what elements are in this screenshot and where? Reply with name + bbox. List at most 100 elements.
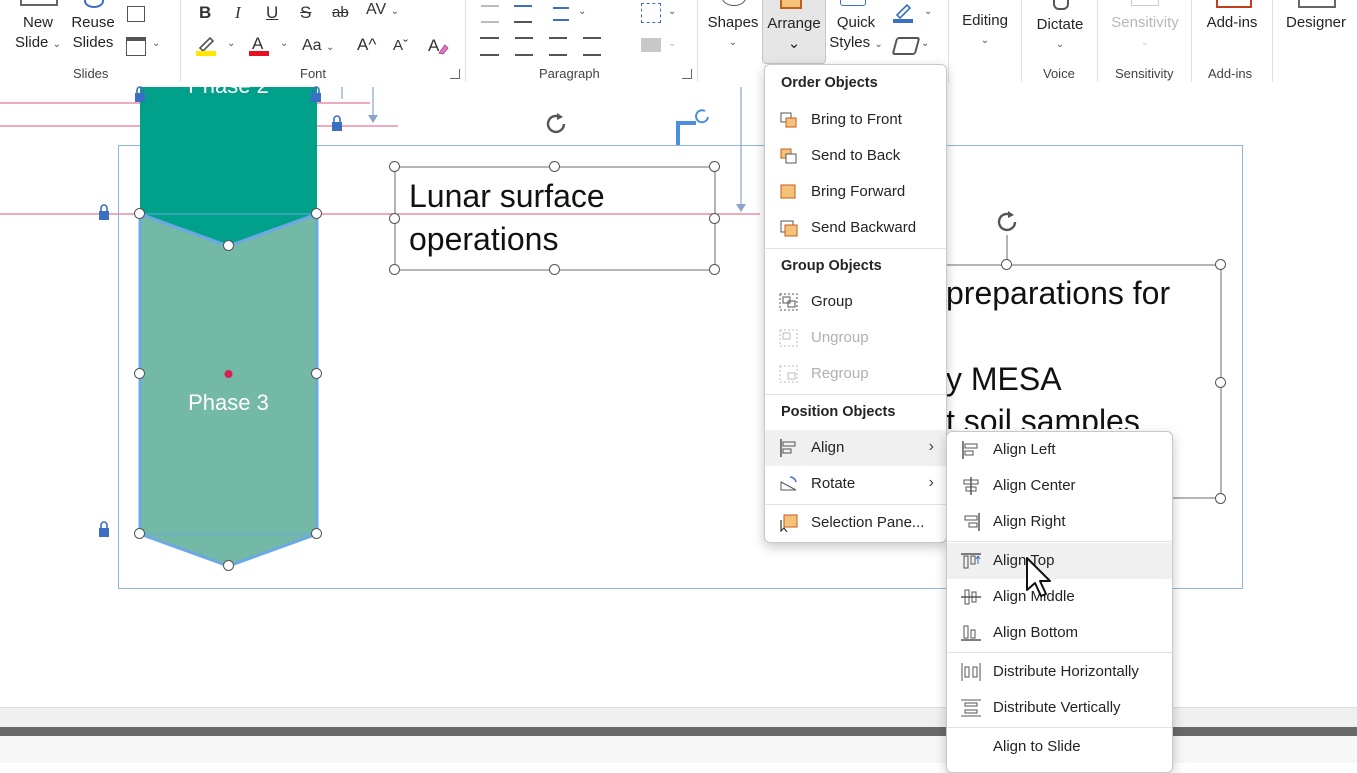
new-slide-button[interactable]: New Slide ⌄ (10, 13, 66, 55)
underline-button[interactable]: U (266, 3, 278, 23)
resize-handle[interactable] (223, 560, 234, 571)
svg-text:A: A (428, 36, 440, 55)
group-item[interactable]: Group (765, 284, 946, 320)
new-slide-icon[interactable] (20, 0, 58, 6)
font-dialog-launcher-icon[interactable] (450, 69, 460, 79)
bring-forward-label: Bring Forward (811, 183, 906, 200)
phase2-label[interactable]: Phase 2 (140, 73, 317, 99)
bullets-icon[interactable] (553, 7, 569, 21)
decrease-font-button[interactable]: Aˇ (393, 36, 408, 56)
align-item[interactable]: Align › (765, 430, 946, 466)
send-backward-item[interactable]: Send Backward (765, 210, 946, 246)
slide-layout-icon[interactable] (127, 6, 145, 22)
clear-formatting-icon[interactable]: A (427, 34, 449, 56)
shapes-button[interactable]: Shapes ⌄ (706, 13, 760, 53)
highlight-icon[interactable] (196, 34, 216, 56)
sensitivity-button[interactable]: Sensitivity ⌄ (1102, 13, 1188, 53)
resize-handle[interactable] (389, 213, 400, 224)
align-center-item[interactable]: Align Center (947, 468, 1172, 504)
distribute-vertically-item[interactable]: Distribute Vertically (947, 690, 1172, 726)
strikethrough-button[interactable]: ab (332, 3, 349, 23)
resize-handle[interactable] (311, 528, 322, 539)
guide-arrowhead (736, 204, 746, 212)
resize-handle[interactable] (709, 213, 720, 224)
addins-button[interactable]: Add-ins (1198, 13, 1266, 33)
bullets-dropdown-icon[interactable]: ⌄ (578, 6, 586, 17)
resize-handle[interactable] (134, 528, 145, 539)
rotate-handle-icon[interactable] (690, 105, 714, 129)
align-left-text-icon[interactable] (480, 37, 499, 56)
font-color-icon[interactable]: A (249, 34, 269, 56)
italic-button[interactable]: I (235, 3, 241, 23)
align-right-text-icon[interactable] (549, 37, 567, 56)
reuse-slides-button[interactable]: Reuse Slides (66, 13, 120, 53)
bring-forward-item[interactable]: Bring Forward (765, 174, 946, 210)
resize-handle[interactable] (223, 240, 234, 251)
text-direction-dropdown-icon[interactable]: ⌄ (668, 6, 676, 17)
rotate-item[interactable]: Rotate › (765, 466, 946, 502)
center-text-icon[interactable] (515, 37, 533, 56)
resize-handle[interactable] (549, 264, 560, 275)
resize-handle[interactable] (1215, 493, 1226, 504)
resize-handle[interactable] (709, 161, 720, 172)
resize-handle[interactable] (549, 161, 560, 172)
textbox-lunar-surface[interactable]: Lunar surface operations (409, 175, 605, 261)
resize-handle[interactable] (311, 208, 322, 219)
distribute-horizontally-item[interactable]: Distribute Horizontally (947, 654, 1172, 690)
textbox2-line2[interactable]: y MESA (946, 361, 1062, 398)
resize-handle[interactable] (389, 161, 400, 172)
shadow-button[interactable]: S (300, 3, 311, 23)
dictate-button[interactable]: Dictate ⌄ (1028, 15, 1092, 55)
align-right-item[interactable]: Align Right (947, 504, 1172, 540)
justify-icon[interactable] (583, 37, 601, 56)
arrange-button[interactable]: Arrange ⌄ (762, 0, 826, 64)
font-color-dropdown-icon[interactable]: ⌄ (280, 38, 288, 49)
rotate-handle-icon[interactable] (542, 110, 570, 138)
decrease-indent-icon[interactable] (481, 5, 499, 23)
rotate-handle-icon[interactable] (993, 208, 1021, 236)
resize-handle[interactable] (389, 264, 400, 275)
bring-to-front-item[interactable]: Bring to Front (765, 102, 946, 138)
resize-handle[interactable] (1215, 377, 1226, 388)
shape-outline-dropdown-icon[interactable]: ⌄ (921, 38, 929, 49)
smartart-dropdown-icon[interactable]: ⌄ (668, 38, 676, 49)
send-to-back-item[interactable]: Send to Back (765, 138, 946, 174)
bold-button[interactable]: B (199, 3, 211, 23)
align-middle-item[interactable]: Align Middle (947, 579, 1172, 615)
smartart-icon[interactable] (641, 38, 661, 52)
highlight-dropdown-icon[interactable]: ⌄ (227, 38, 235, 49)
shape-outline-icon[interactable] (891, 37, 921, 55)
text-direction-icon[interactable] (641, 3, 661, 23)
shape-fill-icon[interactable] (893, 3, 915, 23)
regroup-item[interactable]: Regroup (765, 356, 946, 392)
editing-button[interactable]: Editing ⌄ (952, 11, 1018, 51)
resize-handle[interactable] (709, 264, 720, 275)
resize-handle[interactable] (311, 368, 322, 379)
selection-pane-item[interactable]: Selection Pane... (765, 505, 946, 541)
section-dropdown-icon[interactable]: ⌄ (152, 38, 160, 49)
resize-handle[interactable] (134, 208, 145, 219)
designer-button[interactable]: Designer (1278, 13, 1354, 33)
textbox2-line3[interactable]: ct soil samples (930, 403, 1140, 429)
change-case-button[interactable]: Aa ⌄ (302, 36, 334, 58)
align-to-slide-label: Align to Slide (993, 738, 1081, 755)
align-center-icon (961, 477, 981, 495)
reuse-slides-icon[interactable] (84, 0, 104, 8)
section-icon[interactable] (126, 37, 146, 56)
paragraph-dialog-launcher-icon[interactable] (682, 69, 692, 79)
phase3-label[interactable]: Phase 3 (140, 390, 317, 416)
textbox2-line1[interactable]: preparations for (946, 275, 1170, 312)
character-spacing-button[interactable]: AV ⌄ (366, 0, 399, 22)
resize-handle[interactable] (1001, 259, 1012, 270)
resize-handle[interactable] (134, 368, 145, 379)
quick-styles-button[interactable]: Quick Styles ⌄ (826, 13, 886, 55)
increase-indent-icon[interactable] (514, 5, 532, 23)
increase-font-button[interactable]: A^ (357, 35, 376, 55)
resize-handle[interactable] (1215, 259, 1226, 270)
align-bottom-item[interactable]: Align Bottom (947, 615, 1172, 651)
align-top-item[interactable]: Align Top (947, 543, 1172, 579)
align-left-item[interactable]: Align Left (947, 432, 1172, 468)
ungroup-item[interactable]: Ungroup (765, 320, 946, 356)
align-to-slide-item[interactable]: Align to Slide (947, 729, 1172, 765)
shape-fill-dropdown-icon[interactable]: ⌄ (924, 6, 932, 17)
